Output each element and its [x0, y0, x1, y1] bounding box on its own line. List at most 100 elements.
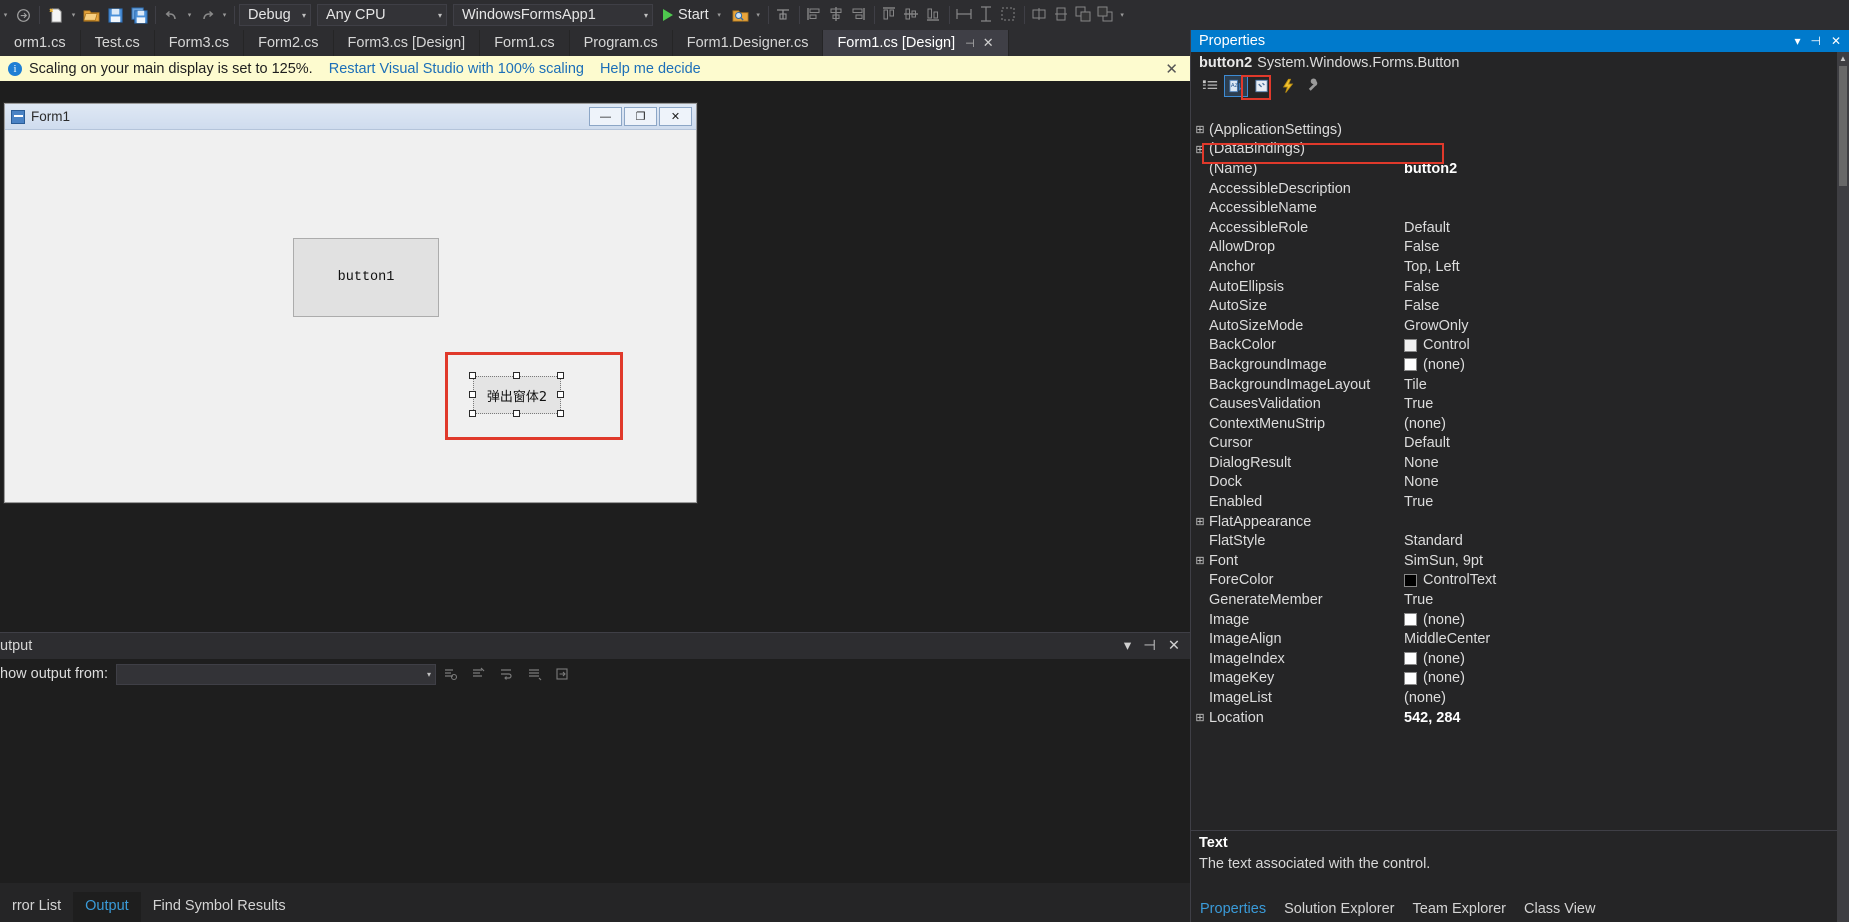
output-dropdown-icon[interactable]: ▾	[1124, 638, 1131, 654]
property-row[interactable]: ImageAlign MiddleCenter	[1191, 629, 1837, 649]
tab-form2-cs[interactable]: Form2.cs	[244, 30, 334, 56]
property-value[interactable]: Tile	[1404, 377, 1837, 393]
tab-solution-explorer[interactable]: Solution Explorer	[1275, 898, 1403, 920]
property-value[interactable]: True	[1404, 592, 1837, 608]
alphabetical-view-icon[interactable]: AZ	[1224, 75, 1248, 97]
property-value[interactable]: (none)	[1404, 612, 1837, 628]
center-vertically-icon[interactable]	[1051, 4, 1073, 26]
property-value[interactable]: False	[1404, 239, 1837, 255]
startup-project-dropdown[interactable]: WindowsFormsApp1 ▾	[453, 4, 653, 26]
property-row[interactable]: Enabled True	[1191, 492, 1837, 512]
tab-find-symbol-results[interactable]: Find Symbol Results	[141, 892, 298, 922]
output-text-area[interactable]	[0, 689, 1190, 853]
align-rights-icon[interactable]	[848, 4, 870, 26]
tab-class-view[interactable]: Class View	[1515, 898, 1604, 920]
property-value[interactable]: True	[1404, 494, 1837, 510]
form-designer-window[interactable]: Form1 — ❐ ✕ button1 弹出窗体2	[4, 103, 697, 503]
output-close-icon[interactable]: ✕	[1168, 638, 1180, 654]
property-value[interactable]: ControlText	[1404, 572, 1837, 588]
property-row[interactable]: ImageList (none)	[1191, 688, 1837, 708]
property-row[interactable]: ⊞ (ApplicationSettings)	[1191, 120, 1837, 140]
tab-form3-cs-design[interactable]: Form3.cs [Design]	[334, 30, 481, 56]
property-value[interactable]: Standard	[1404, 533, 1837, 549]
property-row[interactable]: ContextMenuStrip (none)	[1191, 414, 1837, 434]
send-to-back-icon[interactable]	[1095, 4, 1117, 26]
property-row[interactable]: Anchor Top, Left	[1191, 257, 1837, 277]
resize-handle-w[interactable]	[469, 391, 476, 398]
output-pin-icon[interactable]: ⊣	[1143, 638, 1156, 654]
find-message-icon[interactable]	[436, 663, 464, 685]
align-middles-icon[interactable]	[901, 4, 923, 26]
toolbar-overflow-caret[interactable]: ▾	[1117, 11, 1128, 19]
align-bottoms-icon[interactable]	[923, 4, 945, 26]
property-value[interactable]: False	[1404, 298, 1837, 314]
property-row[interactable]: Dock None	[1191, 473, 1837, 493]
tab-form1-cs[interactable]: Form1.cs	[480, 30, 570, 56]
expander-icon[interactable]: ⊞	[1191, 711, 1209, 724]
search-folder-caret[interactable]: ▾	[753, 11, 764, 19]
property-row[interactable]: AutoSizeMode GrowOnly	[1191, 316, 1837, 336]
make-same-width-icon[interactable]	[954, 4, 976, 26]
property-row[interactable]: Cursor Default	[1191, 434, 1837, 454]
property-row[interactable]: AccessibleRole Default	[1191, 218, 1837, 238]
go-to-message-icon[interactable]	[548, 663, 576, 685]
new-item-icon[interactable]	[44, 3, 68, 27]
resize-handle-n[interactable]	[513, 372, 520, 379]
property-value[interactable]: Control	[1404, 337, 1837, 353]
property-row-image[interactable]: Image (none)	[1191, 610, 1837, 630]
property-row[interactable]: AccessibleName	[1191, 198, 1837, 218]
properties-pin-icon[interactable]: ⊣	[1810, 34, 1820, 48]
align-centers-icon[interactable]	[826, 4, 848, 26]
designer-button2[interactable]: 弹出窗体2	[473, 376, 561, 414]
form-client-area[interactable]: button1 弹出窗体2	[5, 130, 696, 502]
expander-icon[interactable]: ⊞	[1191, 123, 1209, 136]
designer-button1[interactable]: button1	[293, 238, 439, 317]
properties-view-icon[interactable]	[1251, 76, 1273, 96]
form-close-button[interactable]: ✕	[659, 107, 692, 126]
expander-icon[interactable]: ⊞	[1191, 143, 1209, 156]
property-value[interactable]: Default	[1404, 435, 1837, 451]
save-icon[interactable]	[103, 3, 127, 27]
help-me-decide-link[interactable]: Help me decide	[600, 61, 701, 77]
redo-icon[interactable]	[195, 3, 219, 27]
property-row[interactable]: ⊞ FlatAppearance	[1191, 512, 1837, 532]
property-row-forecolor[interactable]: ForeColor ControlText	[1191, 571, 1837, 591]
properties-minimize-icon[interactable]: ▾	[1794, 34, 1800, 48]
property-row[interactable]: AutoSize False	[1191, 296, 1837, 316]
resize-handle-s[interactable]	[513, 410, 520, 417]
property-row-name[interactable]: (Name) button2	[1191, 159, 1837, 179]
property-value[interactable]: SimSun, 9pt	[1404, 553, 1837, 569]
property-value[interactable]: (none)	[1404, 690, 1837, 706]
property-row[interactable]: AllowDrop False	[1191, 238, 1837, 258]
undo-icon[interactable]	[160, 3, 184, 27]
scrollbar-thumb[interactable]	[1839, 66, 1847, 186]
property-value[interactable]: GrowOnly	[1404, 318, 1837, 334]
toggle-word-wrap-icon[interactable]	[492, 663, 520, 685]
property-value[interactable]: Top, Left	[1404, 259, 1837, 275]
property-row-backcolor[interactable]: BackColor Control	[1191, 336, 1837, 356]
tab-form1-cs-partial[interactable]: orm1.cs	[0, 30, 81, 56]
start-caret-icon[interactable]: ▾	[714, 11, 725, 19]
property-value[interactable]: False	[1404, 279, 1837, 295]
property-row[interactable]: CausesValidation True	[1191, 394, 1837, 414]
property-row[interactable]: ⊞ (DataBindings)	[1191, 140, 1837, 160]
restart-scaling-link[interactable]: Restart Visual Studio with 100% scaling	[329, 61, 584, 77]
property-value[interactable]: MiddleCenter	[1404, 631, 1837, 647]
center-horizontally-icon[interactable]	[1029, 4, 1051, 26]
winforms-designer-surface[interactable]: Form1 — ❐ ✕ button1 弹出窗体2	[0, 81, 1190, 632]
tab-team-explorer[interactable]: Team Explorer	[1404, 898, 1515, 920]
expander-icon[interactable]: ⊞	[1191, 554, 1209, 567]
property-row[interactable]: AutoEllipsis False	[1191, 277, 1837, 297]
form-minimize-button[interactable]: —	[589, 107, 622, 126]
toggle-messages-icon[interactable]	[520, 663, 548, 685]
resize-handle-ne[interactable]	[557, 372, 564, 379]
close-icon[interactable]: ✕	[983, 35, 994, 51]
property-row[interactable]: FlatStyle Standard	[1191, 531, 1837, 551]
start-debug-button[interactable]: Start ▾	[659, 7, 729, 23]
pin-icon[interactable]: ⊣	[965, 37, 975, 50]
property-value[interactable]: True	[1404, 396, 1837, 412]
close-notification-icon[interactable]: ✕	[1165, 60, 1182, 78]
make-same-height-icon[interactable]	[976, 4, 998, 26]
redo-caret[interactable]: ▾	[219, 11, 230, 19]
property-value[interactable]: None	[1404, 474, 1837, 490]
